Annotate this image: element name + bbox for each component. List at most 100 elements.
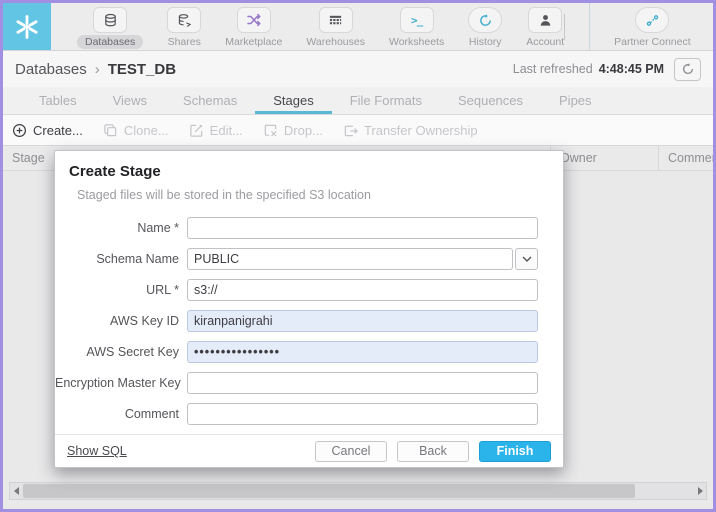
marketplace-shuffle-icon [237, 7, 271, 33]
refresh-button[interactable] [674, 58, 701, 81]
edit-label: Edit... [210, 123, 243, 138]
partner-connect-icon [635, 7, 669, 33]
last-refreshed-label: Last refreshed [513, 62, 593, 76]
triangle-left-icon [14, 487, 19, 495]
dialog-subtitle: Staged files will be stored in the speci… [77, 188, 549, 202]
tab-stages[interactable]: Stages [255, 87, 331, 114]
form-row-name: Name * [55, 217, 563, 239]
breadcrumb-current: TEST_DB [108, 61, 176, 78]
scroll-right-arrow[interactable] [694, 487, 706, 495]
tab-pipes[interactable]: Pipes [541, 87, 610, 114]
refresh-icon [681, 62, 695, 76]
create-button[interactable]: Create... [12, 123, 83, 138]
create-stage-dialog: Create Stage Staged files will be stored… [54, 150, 564, 468]
form-row-aws-secret-key: AWS Secret Key [55, 341, 563, 363]
nav-group-divider [589, 3, 590, 51]
name-field[interactable] [187, 217, 538, 239]
footer-buttons: Cancel Back Finish [315, 441, 551, 462]
comment-label: Comment [55, 407, 187, 421]
show-sql-link[interactable]: Show SQL [67, 444, 127, 458]
finish-button[interactable]: Finish [479, 441, 551, 462]
nav-item-worksheets[interactable]: >_ Worksheets [389, 3, 444, 50]
breadcrumb-bar: Databases › TEST_DB Last refreshed 4:48:… [3, 51, 713, 87]
column-header-comment[interactable]: Comment [658, 146, 713, 170]
form-row-comment: Comment [55, 403, 563, 425]
nav-label: Databases [77, 35, 143, 49]
nav-item-history[interactable]: History [468, 3, 502, 50]
clone-icon [103, 123, 118, 138]
triangle-right-icon [698, 487, 703, 495]
form-row-url: URL * [55, 279, 563, 301]
drop-button[interactable]: Drop... [263, 123, 323, 138]
scroll-left-arrow[interactable] [10, 487, 22, 495]
transfer-ownership-button[interactable]: Transfer Ownership [343, 123, 478, 138]
aws-key-id-field[interactable] [187, 310, 538, 332]
url-field[interactable] [187, 279, 538, 301]
nav-divider [564, 14, 565, 40]
worksheets-terminal-icon: >_ [400, 7, 434, 33]
horizontal-scrollbar[interactable] [9, 482, 707, 500]
schema-name-select[interactable] [187, 248, 513, 270]
snowflake-logo[interactable] [3, 3, 51, 50]
nav-item-warehouses[interactable]: Warehouses [306, 3, 365, 50]
dialog-title: Create Stage [69, 163, 549, 180]
object-tabs: Tables Views Schemas Stages File Formats… [3, 87, 713, 115]
shares-icon [167, 7, 201, 33]
clone-button[interactable]: Clone... [103, 123, 169, 138]
nav-item-shares[interactable]: Shares [167, 3, 201, 50]
column-header-owner[interactable]: Owner [550, 146, 658, 170]
scrollbar-thumb[interactable] [23, 484, 635, 498]
nav-right-group: Partner Connect ? Help Notifications [564, 3, 716, 50]
plus-circle-icon [12, 123, 27, 138]
name-label: Name * [55, 221, 187, 235]
create-label: Create... [33, 123, 83, 138]
breadcrumb-separator: › [95, 61, 100, 78]
nav-label: Shares [168, 36, 201, 48]
aws-secret-key-field[interactable] [187, 341, 538, 363]
transfer-ownership-icon [343, 123, 358, 138]
tab-sequences[interactable]: Sequences [440, 87, 541, 114]
nav-item-partner-connect[interactable]: Partner Connect [614, 3, 690, 50]
cancel-button[interactable]: Cancel [315, 441, 387, 462]
breadcrumb-section[interactable]: Databases [15, 61, 87, 78]
encryption-master-key-field[interactable] [187, 372, 538, 394]
nav-label: Marketplace [225, 36, 282, 48]
tab-schemas[interactable]: Schemas [165, 87, 255, 114]
drop-icon [263, 123, 278, 138]
history-icon [468, 7, 502, 33]
actions-toolbar: Create... Clone... Edit... Drop... Trans… [3, 115, 713, 145]
comment-field[interactable] [187, 403, 538, 425]
snowflake-icon [13, 13, 41, 41]
last-refreshed-time: 4:48:45 PM [599, 62, 664, 76]
url-label: URL * [55, 283, 187, 297]
nav-label: History [469, 36, 502, 48]
warehouses-grid-icon [319, 7, 353, 33]
databases-icon [93, 7, 127, 33]
schema-dropdown-button[interactable] [515, 248, 538, 270]
clone-label: Clone... [124, 123, 169, 138]
nav-label: Worksheets [389, 36, 444, 48]
back-button[interactable]: Back [397, 441, 469, 462]
tab-views[interactable]: Views [95, 87, 165, 114]
tab-file-formats[interactable]: File Formats [332, 87, 440, 114]
tab-tables[interactable]: Tables [21, 87, 95, 114]
edit-button[interactable]: Edit... [189, 123, 243, 138]
nav-left-group: Databases Shares Marketplace Warehouses [77, 3, 564, 50]
schema-name-label: Schema Name [55, 252, 187, 266]
edit-pencil-icon [189, 123, 204, 138]
drop-label: Drop... [284, 123, 323, 138]
app-window: Databases Shares Marketplace Warehouses [0, 0, 716, 512]
aws-secret-key-label: AWS Secret Key [55, 345, 187, 359]
form-row-aws-key-id: AWS Key ID [55, 310, 563, 332]
top-nav: Databases Shares Marketplace Warehouses [3, 3, 713, 51]
transfer-ownership-label: Transfer Ownership [364, 123, 478, 138]
nav-item-marketplace[interactable]: Marketplace [225, 3, 282, 50]
refresh-area: Last refreshed 4:48:45 PM [513, 58, 701, 81]
nav-label: Partner Connect [614, 36, 690, 48]
dialog-footer: Show SQL Cancel Back Finish [55, 434, 563, 467]
nav-item-databases[interactable]: Databases [77, 3, 143, 50]
form-row-schema-name: Schema Name [55, 248, 563, 270]
nav-label: Account [526, 36, 564, 48]
nav-item-account[interactable]: Account [526, 3, 564, 50]
encryption-master-key-label: Encryption Master Key [55, 376, 187, 390]
